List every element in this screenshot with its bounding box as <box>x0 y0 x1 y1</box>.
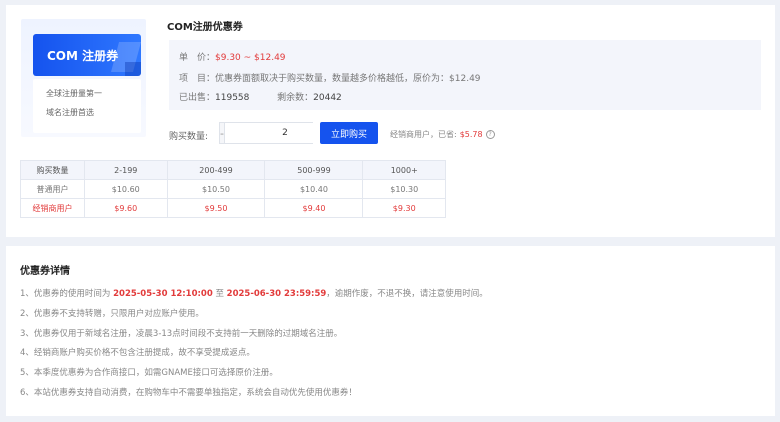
table-header: 200-499 <box>166 160 266 180</box>
table-row-dealer-user: 经销商用户 $9.60 $9.50 $9.40 $9.30 <box>20 198 446 218</box>
table-cell: $10.30 <box>362 179 446 199</box>
table-header: 500-999 <box>264 160 364 180</box>
quantity-label: 购买数量: <box>169 132 209 142</box>
list-item: 6、本站优惠券支持自动消费，在购物车中不需要单独指定，系统会自动优先使用优惠券！ <box>20 387 357 398</box>
price-value: $9.30 ~ $12.49 <box>215 53 286 63</box>
product-title: COM注册优惠券 <box>167 22 243 33</box>
table-cell: $10.50 <box>166 179 266 199</box>
help-icon[interactable]: ? <box>485 130 495 139</box>
coupon-banner: COM 注册券 <box>33 34 141 76</box>
price-row: 单 价：$9.30 ~ $12.49 <box>179 50 286 63</box>
table-cell: 普通用户 <box>20 179 85 199</box>
remaining-label: 剩余数： <box>277 93 314 103</box>
table-header: 2-199 <box>84 160 168 180</box>
product-info-box: 单 价：$9.30 ~ $12.49 项 目：优惠券面额取决于购买数量，数量越多… <box>169 40 761 110</box>
banner-decoration-corner <box>125 62 141 76</box>
coupon-details-card: 优惠券详情 1、优惠券的使用时间为 2025-05-30 12:10:00 至 … <box>6 246 775 416</box>
table-cell: $10.40 <box>264 179 364 199</box>
list-item: 5、本季度优惠券为合作商接口，如需GNAME接口可选择原价注册。 <box>20 368 278 379</box>
details-end-time: 2025-06-30 23:59:59 <box>226 289 327 299</box>
list-item: 4、经销商账户购买价格不包含注册提成，故不享受提成返点。 <box>20 348 255 359</box>
details-item1-prefix: 1、优惠券的使用时间为 <box>20 289 111 299</box>
image-caption: 全球注册量第一 域名注册首选 <box>33 79 141 133</box>
price-table: 购买数量 2-199 200-499 500-999 1000+ 普通用户 $1… <box>20 160 446 218</box>
original-price: $12.49 <box>449 74 481 84</box>
list-item: 1、优惠券的使用时间为 2025-05-30 12:10:00 至 2025-0… <box>20 287 488 307</box>
product-image: COM 注册券 全球注册量第一 域名注册首选 <box>21 19 146 137</box>
table-cell: 经销商用户 <box>20 198 85 218</box>
saving-value: $5.78 <box>459 130 483 139</box>
dealer-saving: 经销商用户，已省: $5.78? <box>390 129 495 140</box>
item-row: 项 目：优惠券面额取决于购买数量，数量越多价格越低，原价为：$12.49 <box>179 71 481 84</box>
list-item: 2、优惠券不支持转赠，只限用户对应账户使用。 <box>20 308 204 319</box>
table-cell: $9.60 <box>84 198 168 218</box>
details-item1-mid: 至 <box>215 289 224 299</box>
table-cell: $9.50 <box>166 198 266 218</box>
remaining-value: 20442 <box>313 93 342 103</box>
details-item1-suffix: ，逾期作废，不退不换，请注意使用时间。 <box>326 289 488 299</box>
table-cell: $9.30 <box>362 198 446 218</box>
quantity-stepper: - + <box>219 122 356 144</box>
saving-label: 经销商用户，已省: <box>390 130 457 139</box>
image-caption-line1: 全球注册量第一 <box>46 89 102 98</box>
table-header: 1000+ <box>362 160 446 180</box>
item-label: 项 目： <box>179 74 216 84</box>
table-cell: $10.60 <box>84 179 168 199</box>
item-text: 优惠券面额取决于购买数量，数量越多价格越低，原价为： <box>215 74 450 84</box>
price-label: 单 价： <box>179 53 216 63</box>
table-header: 购买数量 <box>20 160 85 180</box>
banner-text: COM 注册券 <box>47 49 119 63</box>
table-row-normal-user: 普通用户 $10.60 $10.50 $10.40 $10.30 <box>20 179 446 199</box>
list-item: 3、优惠券仅用于新域名注册，凌晨3-13点时间段不支持前一天删除的过期域名注册。 <box>20 328 343 339</box>
details-list: 1、优惠券的使用时间为 2025-05-30 12:10:00 至 2025-0… <box>20 287 488 406</box>
sold-label: 已出售： <box>179 93 216 103</box>
details-title: 优惠券详情 <box>20 266 70 277</box>
product-card: COM 注册券 全球注册量第一 域名注册首选 COM注册优惠券 单 价：$9.3… <box>6 5 775 237</box>
table-cell: $9.40 <box>264 198 364 218</box>
sold-value: 119558 <box>215 93 250 103</box>
table-header-row: 购买数量 2-199 200-499 500-999 1000+ <box>20 160 446 180</box>
details-start-time: 2025-05-30 12:10:00 <box>113 289 213 299</box>
image-caption-line2: 域名注册首选 <box>46 108 94 117</box>
sold-row: 已出售：119558 剩余数：20442 <box>179 90 342 103</box>
buy-now-button[interactable]: 立即购买 <box>320 122 378 144</box>
